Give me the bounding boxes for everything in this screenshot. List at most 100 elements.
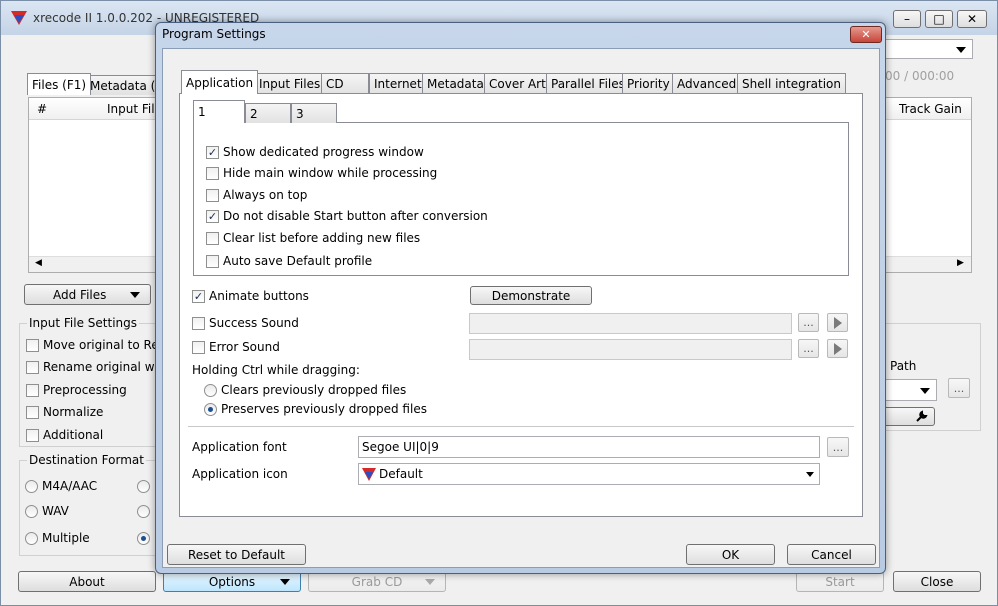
checkbox-box: ✓ (192, 289, 205, 303)
error-sound-play-button[interactable] (827, 339, 848, 358)
format-wav-radio[interactable]: WAV (25, 504, 69, 518)
subtab-2[interactable]: 2 (245, 103, 291, 123)
radio-circle (25, 531, 38, 545)
minimize-button[interactable]: – (893, 10, 921, 28)
clear-list-checkbox[interactable]: Clear list before adding new files (206, 231, 420, 245)
move-original-checkbox[interactable]: Move original to Recy (26, 338, 172, 352)
about-button[interactable]: About (18, 571, 156, 592)
keep-start-enabled-checkbox[interactable]: ✓ Do not disable Start button after conv… (206, 209, 488, 223)
tab-input-files[interactable]: Input Files (254, 73, 326, 94)
additional-checkbox[interactable]: Additional (26, 428, 103, 442)
column-number[interactable]: # (37, 102, 47, 116)
preserves-dropped-radio[interactable]: Preserves previously dropped files (204, 402, 427, 416)
browse-ellipsis: ... (953, 381, 965, 395)
show-progress-window-label: Show dedicated progress window (223, 145, 424, 159)
radio-circle (25, 504, 38, 518)
format-radio-col2-b[interactable] (137, 505, 150, 518)
app-icon-label: Application icon (192, 467, 288, 481)
tab-parallel-files[interactable]: Parallel Files (546, 73, 630, 94)
format-radio-col2-c[interactable] (137, 532, 150, 545)
show-progress-window-checkbox[interactable]: ✓ Show dedicated progress window (206, 145, 424, 159)
tab-parallel-files-label: Parallel Files (551, 77, 625, 91)
error-sound-checkbox[interactable]: Error Sound (192, 340, 280, 354)
tab-advanced[interactable]: Advanced (672, 73, 742, 94)
tab-internet[interactable]: Internet (369, 73, 427, 94)
main-close-window-button[interactable]: ✕ (957, 10, 987, 28)
grab-cd-button[interactable]: Grab CD (308, 571, 446, 592)
path-browse-button[interactable]: ... (948, 378, 970, 398)
chevron-down-icon (425, 579, 435, 585)
auto-save-profile-checkbox[interactable]: Auto save Default profile (206, 254, 372, 268)
about-label: About (69, 574, 105, 589)
radio-circle (204, 383, 217, 397)
always-on-top-checkbox[interactable]: Always on top (206, 188, 307, 202)
main-top-dropdown[interactable] (881, 39, 973, 59)
separator (188, 426, 854, 427)
clears-dropped-label: Clears previously dropped files (221, 383, 407, 397)
start-button[interactable]: Start (796, 571, 884, 592)
app-font-browse-button[interactable]: ... (827, 437, 849, 457)
format-m4a-radio[interactable]: M4A/AAC (25, 479, 97, 493)
animate-buttons-checkbox[interactable]: ✓ Animate buttons (192, 289, 309, 303)
checkbox-box (192, 316, 205, 330)
ok-button[interactable]: OK (686, 544, 775, 565)
success-sound-checkbox[interactable]: Success Sound (192, 316, 299, 330)
preprocessing-checkbox[interactable]: Preprocessing (26, 383, 127, 397)
additional-label: Additional (43, 428, 104, 442)
ctrl-drag-label: Holding Ctrl while dragging: (192, 363, 360, 377)
format-radio-col2-a[interactable] (137, 480, 150, 493)
add-files-button[interactable]: Add Files (24, 284, 151, 305)
scroll-right-icon[interactable]: ▶ (957, 258, 964, 268)
column-input-file[interactable]: Input File (107, 102, 162, 116)
tab-shell-integration[interactable]: Shell integration (737, 73, 847, 94)
clears-dropped-radio[interactable]: Clears previously dropped files (204, 383, 406, 397)
path-dropdown[interactable] (881, 379, 937, 401)
success-sound-play-button[interactable] (827, 313, 848, 332)
options-button[interactable]: Options (163, 571, 301, 592)
checkbox-box (26, 405, 39, 419)
start-label: Start (825, 574, 855, 589)
tab-application[interactable]: Application (181, 70, 259, 94)
error-sound-browse-button[interactable]: ... (798, 339, 819, 358)
demonstrate-button[interactable]: Demonstrate (470, 286, 592, 305)
auto-save-profile-label: Auto save Default profile (223, 254, 373, 268)
subtab-2-label: 2 (250, 106, 258, 121)
chevron-down-icon (920, 388, 930, 394)
settings-wrench-button[interactable] (881, 407, 935, 426)
maximize-button[interactable]: □ (925, 10, 953, 28)
tab-cd[interactable]: CD (321, 73, 369, 94)
success-sound-browse-button[interactable]: ... (798, 313, 819, 332)
scroll-left-icon[interactable]: ◀ (35, 258, 42, 268)
tab-metadata[interactable]: Metadata (422, 73, 489, 94)
input-settings-title: Input File Settings (27, 316, 139, 330)
app-logo-icon (11, 11, 27, 28)
checkbox-box: ✓ (206, 145, 219, 159)
tab-priority[interactable]: Priority (622, 73, 675, 94)
app-icon-value: Default (379, 467, 423, 481)
cancel-button[interactable]: Cancel (787, 544, 876, 565)
checkbox-box (206, 254, 219, 268)
normalize-checkbox[interactable]: Normalize (26, 405, 103, 419)
success-sound-label: Success Sound (209, 316, 299, 330)
format-multiple-radio[interactable]: Multiple (25, 531, 90, 545)
chevron-down-icon (806, 472, 814, 477)
close-button[interactable]: Close (893, 571, 981, 592)
tab-files-label: Files (F1) (32, 77, 87, 92)
subtab-3[interactable]: 3 (291, 103, 337, 123)
hide-main-window-checkbox[interactable]: Hide main window while processing (206, 166, 437, 180)
success-sound-path-input[interactable] (469, 313, 792, 334)
radio-circle (204, 402, 217, 416)
error-sound-path-input[interactable] (469, 339, 792, 360)
column-track-gain[interactable]: Track Gain (899, 102, 962, 116)
tab-cover-art[interactable]: Cover Art (484, 73, 551, 94)
app-icon-dropdown[interactable]: Default (358, 463, 820, 485)
app-font-input[interactable]: Segoe UI|0|9 (358, 436, 820, 458)
dialog-close-button[interactable]: ✕ (850, 26, 882, 43)
reset-to-default-button[interactable]: Reset to Default (167, 544, 306, 565)
demonstrate-label: Demonstrate (491, 288, 571, 303)
tab-files[interactable]: Files (F1) (27, 73, 92, 95)
subtab-1[interactable]: 1 (193, 100, 245, 123)
font-browse-ellipsis: ... (832, 440, 844, 454)
wrench-icon (916, 409, 928, 422)
keep-start-enabled-label: Do not disable Start button after conver… (223, 209, 488, 223)
